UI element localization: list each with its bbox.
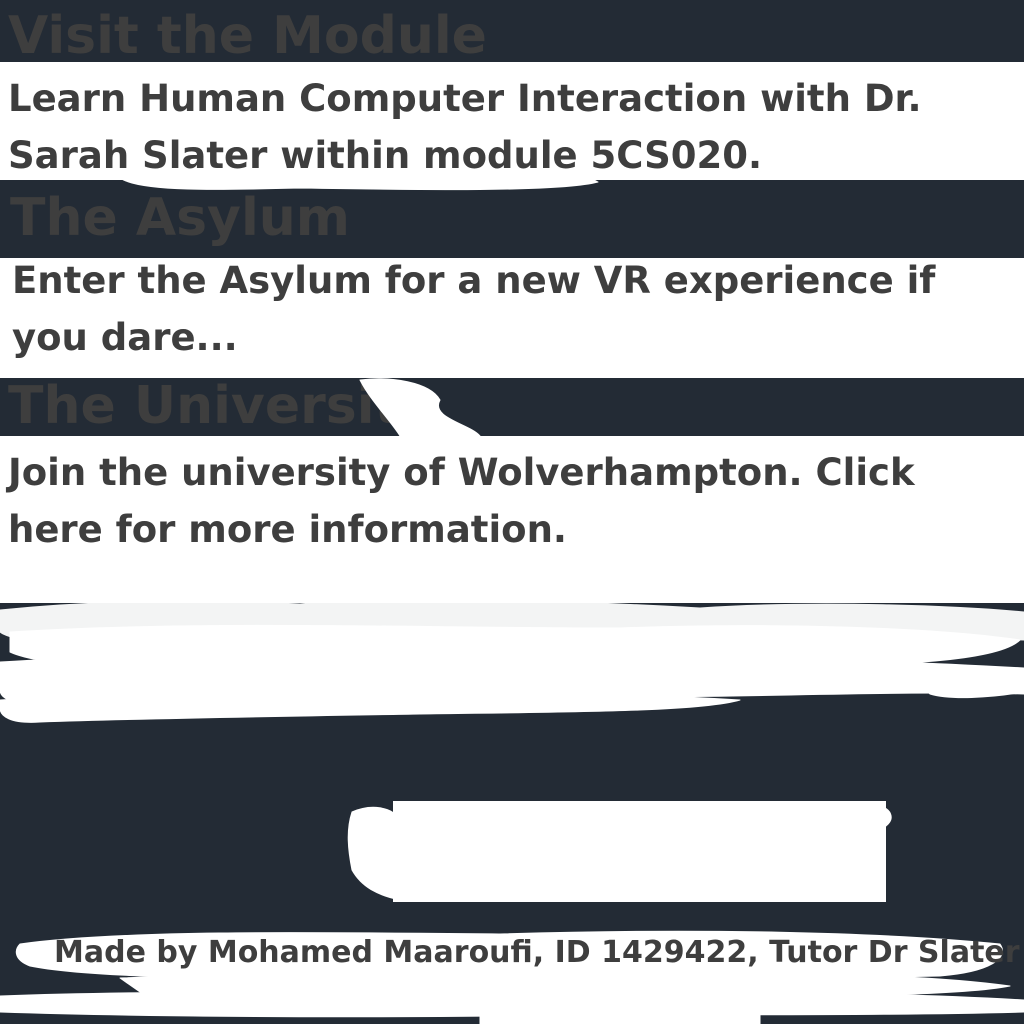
module-description: Learn Human Computer Interaction with Dr…	[8, 77, 922, 177]
asylum-description: Enter the Asylum for a new VR experience…	[12, 259, 936, 359]
module-heading[interactable]: Visit the Module	[8, 10, 487, 62]
page: Visit the Module Learn Human Computer In…	[0, 0, 1024, 1024]
asylum-heading[interactable]: The Asylum	[10, 192, 350, 244]
university-heading[interactable]: The University	[8, 380, 433, 432]
footer-blank-panel	[393, 801, 886, 902]
footer-credit: Made by Mohamed Maaroufi, ID 1429422, Tu…	[54, 935, 1020, 970]
university-description: Join the university of Wolverhampton. Cl…	[8, 451, 915, 551]
